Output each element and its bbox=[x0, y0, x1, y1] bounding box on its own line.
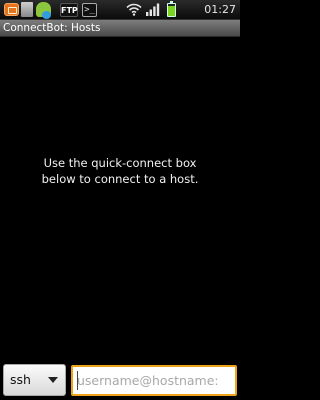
hosts-screen: FTP >_ 01:27 ConnectBot: Hosts Use the q… bbox=[0, 0, 240, 400]
empty-message-line-1: Use the quick-connect box bbox=[43, 156, 197, 170]
dropdown-arrow-icon bbox=[48, 377, 58, 383]
sd-card-icon bbox=[21, 2, 33, 17]
notification-icon bbox=[4, 3, 19, 16]
protocol-value: ssh bbox=[10, 372, 31, 387]
status-bar: FTP >_ 01:27 bbox=[0, 0, 240, 20]
status-clock: 01:27 bbox=[204, 3, 236, 16]
ftp-icon: FTP bbox=[60, 3, 78, 17]
android-icon bbox=[36, 2, 51, 19]
title-bar: ConnectBot: Hosts bbox=[0, 20, 240, 37]
quick-connect-input[interactable] bbox=[71, 365, 237, 396]
app-title: ConnectBot: Hosts bbox=[3, 22, 101, 34]
empty-message-line-2: below to connect to a host. bbox=[41, 172, 199, 186]
battery-icon bbox=[167, 1, 176, 17]
empty-hosts-message: Use the quick-connect box below to conne… bbox=[0, 155, 240, 187]
text-cursor bbox=[77, 371, 78, 390]
terminal-icon: >_ bbox=[82, 3, 97, 17]
signal-icon bbox=[146, 3, 160, 16]
wifi-icon bbox=[126, 3, 142, 16]
protocol-dropdown[interactable]: ssh bbox=[3, 364, 66, 396]
